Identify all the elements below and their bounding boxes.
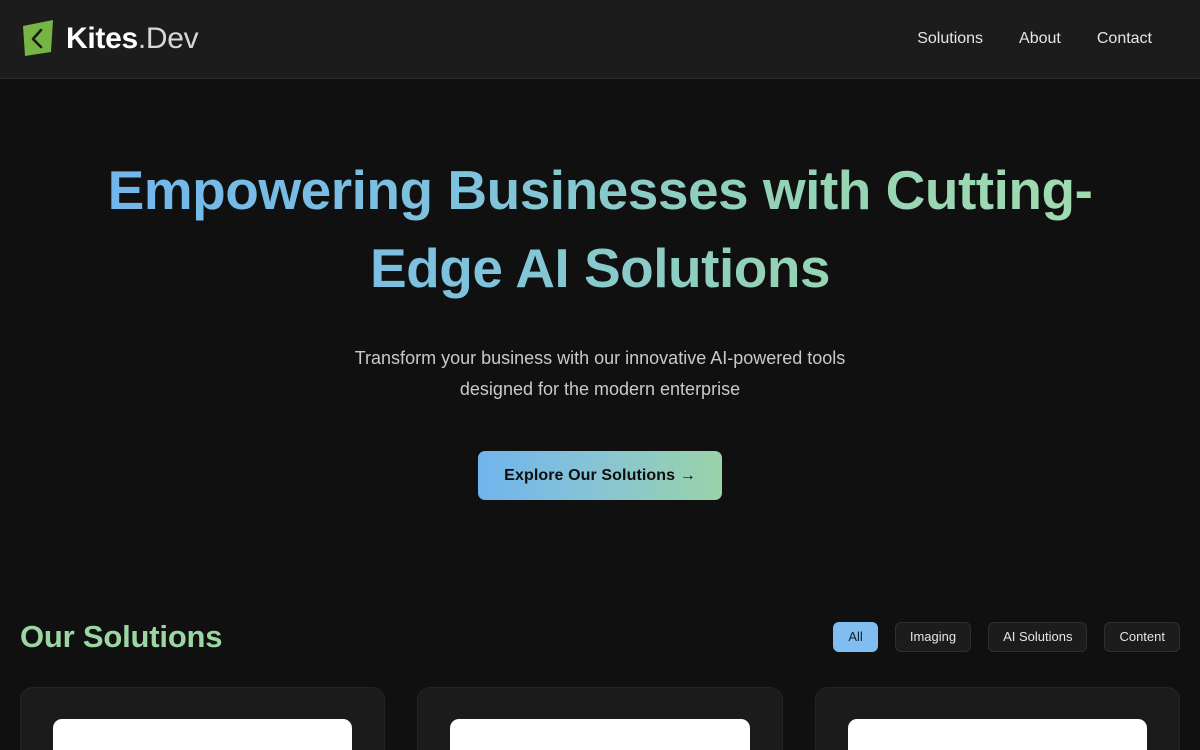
brand-name-dot: . <box>137 22 146 55</box>
filter-ai-solutions[interactable]: AI Solutions <box>988 621 1088 652</box>
hero-subtitle: Transform your business with our innovat… <box>0 343 1200 405</box>
brand-logo[interactable]: Kites.Dev <box>20 19 199 59</box>
solutions-title: Our Solutions <box>20 619 223 654</box>
nav-link-solutions[interactable]: Solutions <box>917 30 983 48</box>
page-title: Empowering Businesses with Cutting-Edge … <box>50 151 1150 307</box>
card-logo-panel: Draw3D <box>53 719 353 750</box>
card-logo-panel: PicTales <box>450 719 750 750</box>
solution-card-pictush[interactable]: PicTush <box>814 687 1180 750</box>
brand-name-secondary: Dev <box>145 22 199 55</box>
kite-chevron-logo-icon <box>20 19 56 59</box>
site-header: Kites.Dev Solutions About Contact <box>0 0 1200 79</box>
solutions-header: Our Solutions All Imaging AI Solutions C… <box>20 618 1180 655</box>
filter-content[interactable]: Content <box>1104 621 1180 652</box>
hero-subtitle-line-2: designed for the modern enterprise <box>459 379 741 399</box>
solution-card-pictales[interactable]: PicTales <box>417 687 783 750</box>
card-logo-panel: PicTush <box>847 719 1147 750</box>
filter-imaging[interactable]: Imaging <box>894 621 972 652</box>
hero-section: Empowering Businesses with Cutting-Edge … <box>0 79 1200 500</box>
solution-card-draw3d[interactable]: Draw3D <box>20 687 386 750</box>
solutions-card-grid: Draw3D <box>20 687 1180 750</box>
solutions-section: Our Solutions All Imaging AI Solutions C… <box>0 618 1200 750</box>
brand-name-primary: Kites <box>66 22 138 55</box>
hero-cta-wrapper: Explore Our Solutions → <box>0 451 1200 500</box>
nav-link-about[interactable]: About <box>1019 30 1061 48</box>
explore-solutions-button[interactable]: Explore Our Solutions → <box>478 451 722 500</box>
hero-subtitle-line-1: Transform your business with our innovat… <box>354 348 846 368</box>
nav-link-contact[interactable]: Contact <box>1097 30 1152 48</box>
solutions-filter-group: All Imaging AI Solutions Content <box>833 621 1180 652</box>
filter-all[interactable]: All <box>833 621 878 652</box>
brand-name: Kites.Dev <box>66 22 199 55</box>
main-nav: Solutions About Contact <box>917 30 1152 48</box>
